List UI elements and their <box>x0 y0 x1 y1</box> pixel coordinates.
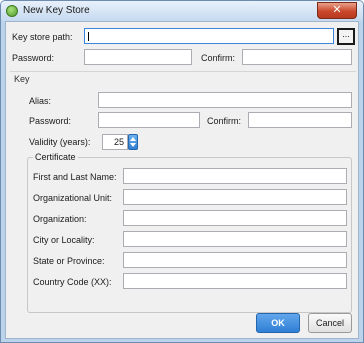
country-code-input[interactable] <box>123 273 347 289</box>
browse-button[interactable]: ... <box>337 28 355 45</box>
state-province-input[interactable] <box>123 252 347 268</box>
dialog-content: Key store path: ... Password: Confirm: K… <box>5 21 359 339</box>
separator <box>10 71 356 72</box>
validity-label: Validity (years): <box>29 137 91 147</box>
first-last-name-input[interactable] <box>123 168 347 184</box>
certificate-legend: Certificate <box>33 152 78 162</box>
ok-button[interactable]: OK <box>256 313 300 333</box>
key-confirm-label: Confirm: <box>207 116 242 126</box>
country-code-label: Country Code (XX): <box>33 277 112 287</box>
window-title: New Key Store <box>23 5 90 16</box>
key-store-path-label: Key store path: <box>12 32 73 42</box>
validity-spinner-value[interactable]: 25 <box>102 134 128 150</box>
android-studio-icon <box>6 5 18 17</box>
organizational-unit-label: Organizational Unit: <box>33 193 113 203</box>
key-password-input[interactable] <box>98 112 200 128</box>
organization-label: Organization: <box>33 214 87 224</box>
title-bar[interactable]: New Key Store ✕ <box>1 1 363 21</box>
key-password-label: Password: <box>29 116 72 126</box>
cancel-button[interactable]: Cancel <box>308 313 352 333</box>
key-confirm-input[interactable] <box>248 112 352 128</box>
keystore-confirm-input[interactable] <box>242 49 352 65</box>
dialog-window: New Key Store ✕ Key store path: ... Pass… <box>0 0 364 343</box>
keystore-password-label: Password: <box>12 53 55 63</box>
keystore-password-input[interactable] <box>84 49 192 65</box>
first-last-name-label: First and Last Name: <box>33 172 117 182</box>
key-store-path-input[interactable] <box>84 28 334 44</box>
text-caret <box>88 32 89 41</box>
state-province-label: State or Province: <box>33 256 105 266</box>
spinner-down-icon[interactable] <box>130 143 136 147</box>
spinner-up-icon[interactable] <box>130 137 136 141</box>
close-button[interactable]: ✕ <box>317 2 357 19</box>
key-section-label: Key <box>14 74 30 84</box>
city-locality-label: City or Locality: <box>33 235 95 245</box>
validity-spinner-arrows[interactable] <box>128 134 138 150</box>
key-store-path-text[interactable] <box>85 29 333 43</box>
organization-input[interactable] <box>123 210 347 226</box>
organizational-unit-input[interactable] <box>123 189 347 205</box>
alias-label: Alias: <box>29 96 52 106</box>
alias-input[interactable] <box>98 92 352 108</box>
keystore-confirm-label: Confirm: <box>201 53 236 63</box>
city-locality-input[interactable] <box>123 231 347 247</box>
